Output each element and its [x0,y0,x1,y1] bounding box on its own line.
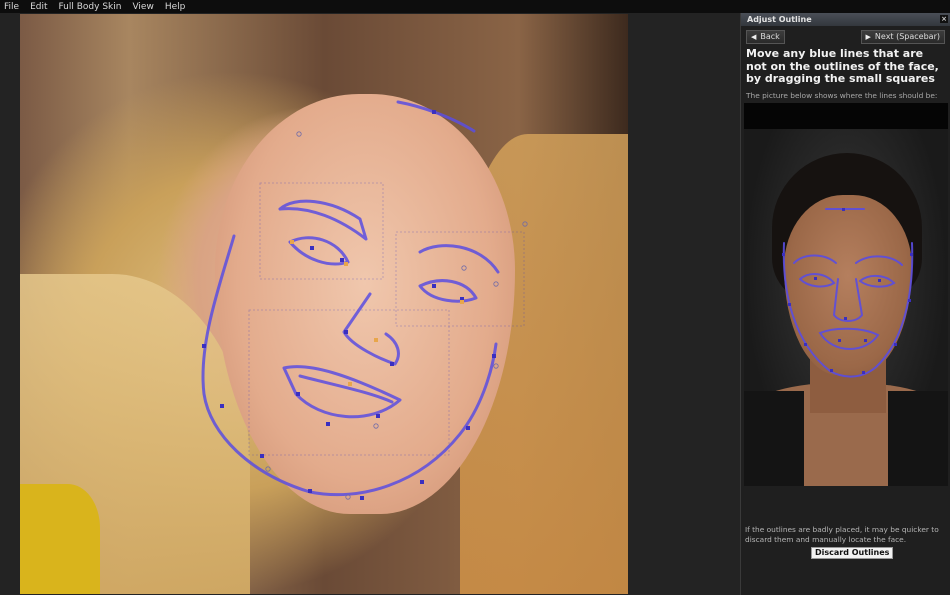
close-icon[interactable]: × [940,15,948,23]
menu-edit[interactable]: Edit [30,2,47,12]
workspace [0,13,740,595]
face-outline-overlay[interactable] [20,14,628,594]
jaw-outline [201,234,498,497]
menu-view[interactable]: View [132,2,153,12]
adjust-outline-panel: Adjust Outline × ◀ Back ▶ Next (Spacebar… [740,13,950,595]
right-eyebrow [418,244,500,274]
triangle-right-icon: ▶ [865,33,871,41]
example-image [744,103,948,486]
right-eye [418,279,478,303]
menu-help[interactable]: Help [165,2,186,12]
left-eye [288,236,350,266]
discard-hint-text: If the outlines are badly placed, it may… [745,525,939,544]
nose-bridge [342,292,400,366]
panel-title: Adjust Outline × [741,13,950,26]
triangle-left-icon: ◀ [751,33,757,41]
example-outline-overlay [782,208,914,378]
panel-nav-row: ◀ Back ▶ Next (Spacebar) [741,29,950,47]
left-eyebrow [278,199,368,241]
instruction-subtext: The picture below shows where the lines … [746,90,938,100]
photo-canvas[interactable] [20,14,628,594]
discard-outlines-button[interactable]: Discard Outlines [811,547,894,559]
workspace-margin [628,13,740,595]
mouth-outer [282,365,402,419]
next-button[interactable]: ▶ Next (Spacebar) [860,30,945,44]
menu-bar: File Edit Full Body Skin View Help [0,0,950,13]
back-button[interactable]: ◀ Back [746,30,785,44]
panel-title-text: Adjust Outline [747,15,812,24]
next-button-label: Next (Spacebar) [874,32,940,41]
menu-file[interactable]: File [4,2,19,12]
forehead-line [396,100,476,133]
back-button-label: Back [760,32,780,41]
instruction-heading: Move any blue lines that are not on the … [746,47,939,85]
menu-full-body-skin[interactable]: Full Body Skin [59,2,122,12]
